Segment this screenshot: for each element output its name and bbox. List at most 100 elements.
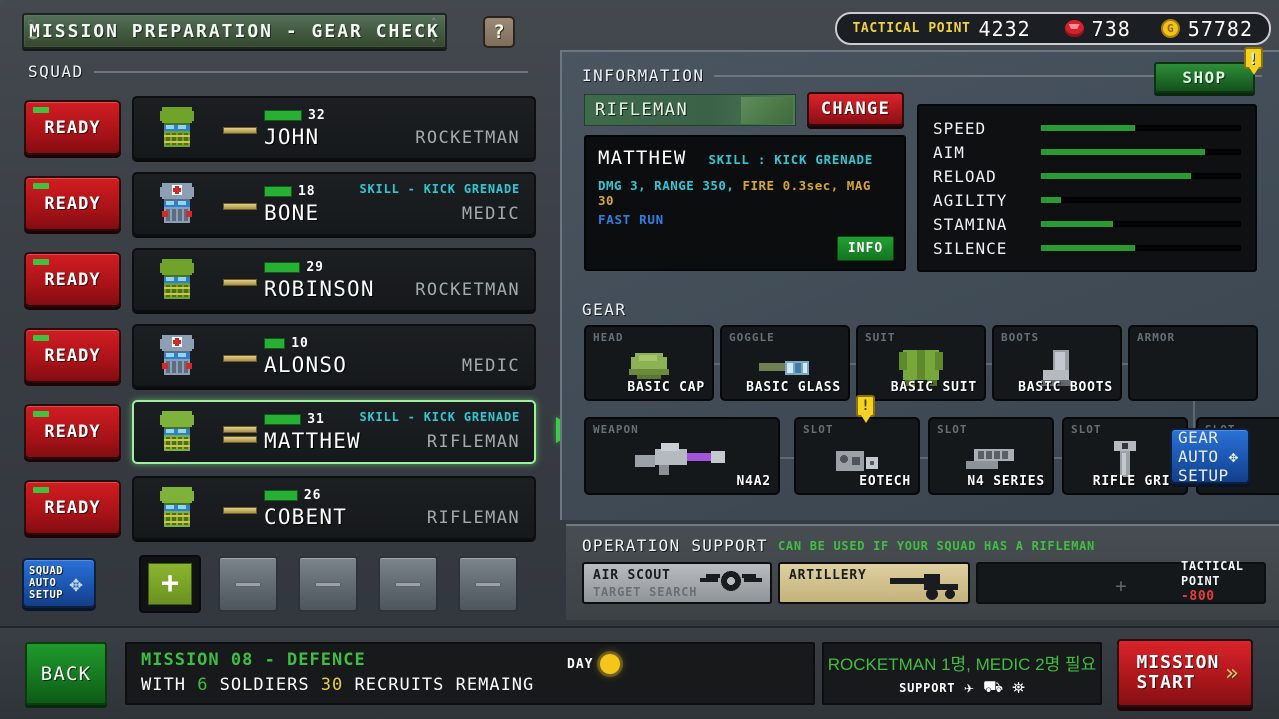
support-card-0[interactable]: AIR SCOUT TARGET SEARCH bbox=[582, 562, 772, 604]
info-button[interactable]: INFO bbox=[837, 236, 894, 261]
rank-stripe bbox=[223, 425, 257, 433]
titlebar-scroll-down-icon[interactable]: ⌄ bbox=[431, 35, 440, 44]
air-scout-icon bbox=[700, 570, 762, 596]
level-bar bbox=[264, 490, 298, 501]
attribute-name: AGILITY bbox=[933, 190, 1008, 210]
gear-connector bbox=[1054, 457, 1062, 459]
rocketman-avatar bbox=[154, 257, 200, 305]
gear-item-name: BASIC GLASS bbox=[746, 380, 841, 395]
soldier-card[interactable]: 32 JOHN ROCKETMAN bbox=[132, 96, 536, 160]
add-soldier-slot[interactable]: + bbox=[139, 555, 201, 613]
soldier-card[interactable]: 26 COBENT RIFLEMAN bbox=[132, 476, 536, 540]
ready-button[interactable]: READY bbox=[24, 328, 121, 383]
ready-indicator bbox=[33, 335, 49, 341]
level-value: 10 bbox=[291, 336, 309, 351]
titlebar-scroll-up-icon[interactable]: ⌃ bbox=[431, 18, 440, 27]
mission-sub-suffix: RECRUITS REMAING bbox=[343, 675, 535, 695]
ready-button[interactable]: READY bbox=[24, 480, 121, 535]
ready-button[interactable]: READY bbox=[24, 404, 121, 459]
operation-support-header: OPERATION SUPPORT bbox=[582, 536, 768, 555]
squad-section-header: SQUAD bbox=[28, 62, 528, 81]
empty-slot-dash-icon bbox=[395, 581, 421, 587]
weapon-slot-1[interactable]: SLOT EOTECH bbox=[794, 417, 920, 495]
ready-button[interactable]: READY bbox=[24, 176, 121, 231]
attribute-fill bbox=[1041, 125, 1135, 131]
soldier-card[interactable]: 29 ROBINSON ROCKETMAN bbox=[132, 248, 536, 312]
air-scout-icon: ✈ bbox=[964, 678, 974, 697]
soldier-role: MEDIC bbox=[461, 204, 520, 224]
soldier-name: ROBINSON bbox=[264, 277, 375, 301]
gear-slot-label: WEAPON bbox=[593, 423, 639, 436]
weapon-slot-0[interactable]: WEAPON N4A2 bbox=[584, 417, 780, 495]
rank-insignia bbox=[218, 478, 262, 542]
squad-row[interactable]: READY 18 BONE MEDIC SKILL - KICK GRENADE bbox=[16, 166, 540, 241]
ready-button[interactable]: READY bbox=[24, 100, 121, 155]
helicopter-icon: ⛯ bbox=[1012, 677, 1025, 697]
gear-slot-armor[interactable]: ARMOR bbox=[1128, 325, 1258, 401]
support-card-1[interactable]: ARTILLERY bbox=[778, 562, 970, 604]
soldier-dmg-range: DMG 3, RANGE 350, bbox=[598, 178, 735, 193]
ready-button-label: READY bbox=[44, 345, 101, 366]
mission-soldier-count: 6 bbox=[197, 675, 209, 695]
level-indicator: 31 bbox=[264, 412, 325, 427]
gear-item-name: N4 SERIES bbox=[967, 474, 1045, 489]
empty-squad-slot[interactable] bbox=[218, 556, 278, 612]
squad-auto-setup-button[interactable]: SQUAD AUTO SETUP ✥ bbox=[22, 558, 96, 608]
empty-squad-slot[interactable] bbox=[378, 556, 438, 612]
empty-slot-dash-icon bbox=[475, 581, 501, 587]
weapon-slot-2[interactable]: SLOT N4 SERIES bbox=[928, 417, 1054, 495]
soldier-skill: SKILL : KICK GRENADE bbox=[708, 152, 873, 167]
squad-bottom-strip: SQUAD AUTO SETUP ✥ + bbox=[0, 555, 548, 617]
rank-stripe bbox=[223, 202, 257, 210]
gear-slot-head[interactable]: HEAD BASIC CAP bbox=[584, 325, 714, 401]
gear-connector bbox=[920, 457, 928, 459]
level-indicator: 29 bbox=[264, 260, 324, 275]
level-indicator: 32 bbox=[264, 108, 326, 123]
soldier-card[interactable]: 10 ALONSO MEDIC bbox=[132, 324, 536, 388]
info-button-label: INFO bbox=[847, 241, 884, 256]
help-button[interactable]: ? bbox=[483, 16, 515, 48]
attribute-fill bbox=[1041, 245, 1135, 251]
add-slot-label: + bbox=[160, 566, 180, 601]
level-bar bbox=[264, 338, 286, 349]
gear-auto-setup-button[interactable]: GEAR AUTO SETUP ✥ bbox=[1170, 428, 1250, 485]
attribute-name: SPEED bbox=[933, 118, 987, 138]
squad-row[interactable]: READY 31 MATTHEW RIFLEMAN SKILL - KICK GRENA… bbox=[16, 394, 578, 469]
soldier-skill-tag: SKILL - KICK GRENADE bbox=[359, 182, 520, 196]
window-title-bar: ◌ ◄► ⌃ ⌄ MISSION PREPARATION - GEAR CHEC… bbox=[22, 13, 447, 49]
soldier-skill-tag: SKILL - KICK GRENADE bbox=[359, 410, 520, 424]
shop-button[interactable]: SHOP ! bbox=[1154, 47, 1263, 93]
ready-indicator bbox=[33, 107, 49, 113]
operation-support-hint: CAN BE USED IF YOUR SQUAD HAS A RIFLEMAN bbox=[778, 539, 1095, 553]
ready-button[interactable]: READY bbox=[24, 252, 121, 307]
gear-item-name: N4A2 bbox=[736, 474, 771, 489]
exclamation-icon: ! bbox=[861, 398, 870, 414]
squad-row[interactable]: READY 10 ALONSO MEDIC bbox=[16, 318, 540, 393]
squad-row[interactable]: READY 29 ROBINSON ROCKETMAN bbox=[16, 242, 540, 317]
mission-title: MISSION 08 - DEFENCE bbox=[141, 650, 366, 670]
level-bar bbox=[264, 110, 303, 121]
level-value: 26 bbox=[303, 488, 322, 503]
empty-squad-slot[interactable] bbox=[458, 556, 518, 612]
rank-stripe bbox=[223, 506, 257, 514]
mission-recruit-count: 30 bbox=[320, 675, 344, 695]
change-role-button[interactable]: CHANGE bbox=[807, 92, 904, 126]
squad-row[interactable]: READY 32 JOHN ROCKETMAN bbox=[16, 90, 540, 165]
squad-auto-line-3: SETUP bbox=[29, 589, 64, 601]
mission-start-button[interactable]: MISSION START » bbox=[1117, 639, 1253, 707]
gem-icon bbox=[1064, 20, 1084, 37]
back-button[interactable]: BACK bbox=[25, 642, 107, 705]
ready-indicator bbox=[33, 487, 49, 493]
gear-slot-suit[interactable]: SUIT BASIC SUIT bbox=[856, 325, 986, 401]
plus-icon: + bbox=[148, 563, 192, 605]
shop-button-label: SHOP bbox=[1182, 68, 1227, 87]
soldier-card[interactable]: 31 MATTHEW RIFLEMAN SKILL - KICK GRENADE bbox=[132, 400, 536, 464]
gear-slot-goggle[interactable]: GOGGLE BASIC GLASS bbox=[720, 325, 850, 401]
gear-slot-label: ARMOR bbox=[1137, 331, 1176, 344]
gear-slot-boots[interactable]: BOOTS BASIC BOOTS bbox=[992, 325, 1122, 401]
rocketman-avatar bbox=[154, 105, 200, 153]
soldier-role: MEDIC bbox=[461, 356, 520, 376]
squad-row[interactable]: READY 26 COBENT RIFLEMAN bbox=[16, 470, 540, 545]
soldier-card[interactable]: 18 BONE MEDIC SKILL - KICK GRENADE bbox=[132, 172, 536, 236]
empty-squad-slot[interactable] bbox=[298, 556, 358, 612]
